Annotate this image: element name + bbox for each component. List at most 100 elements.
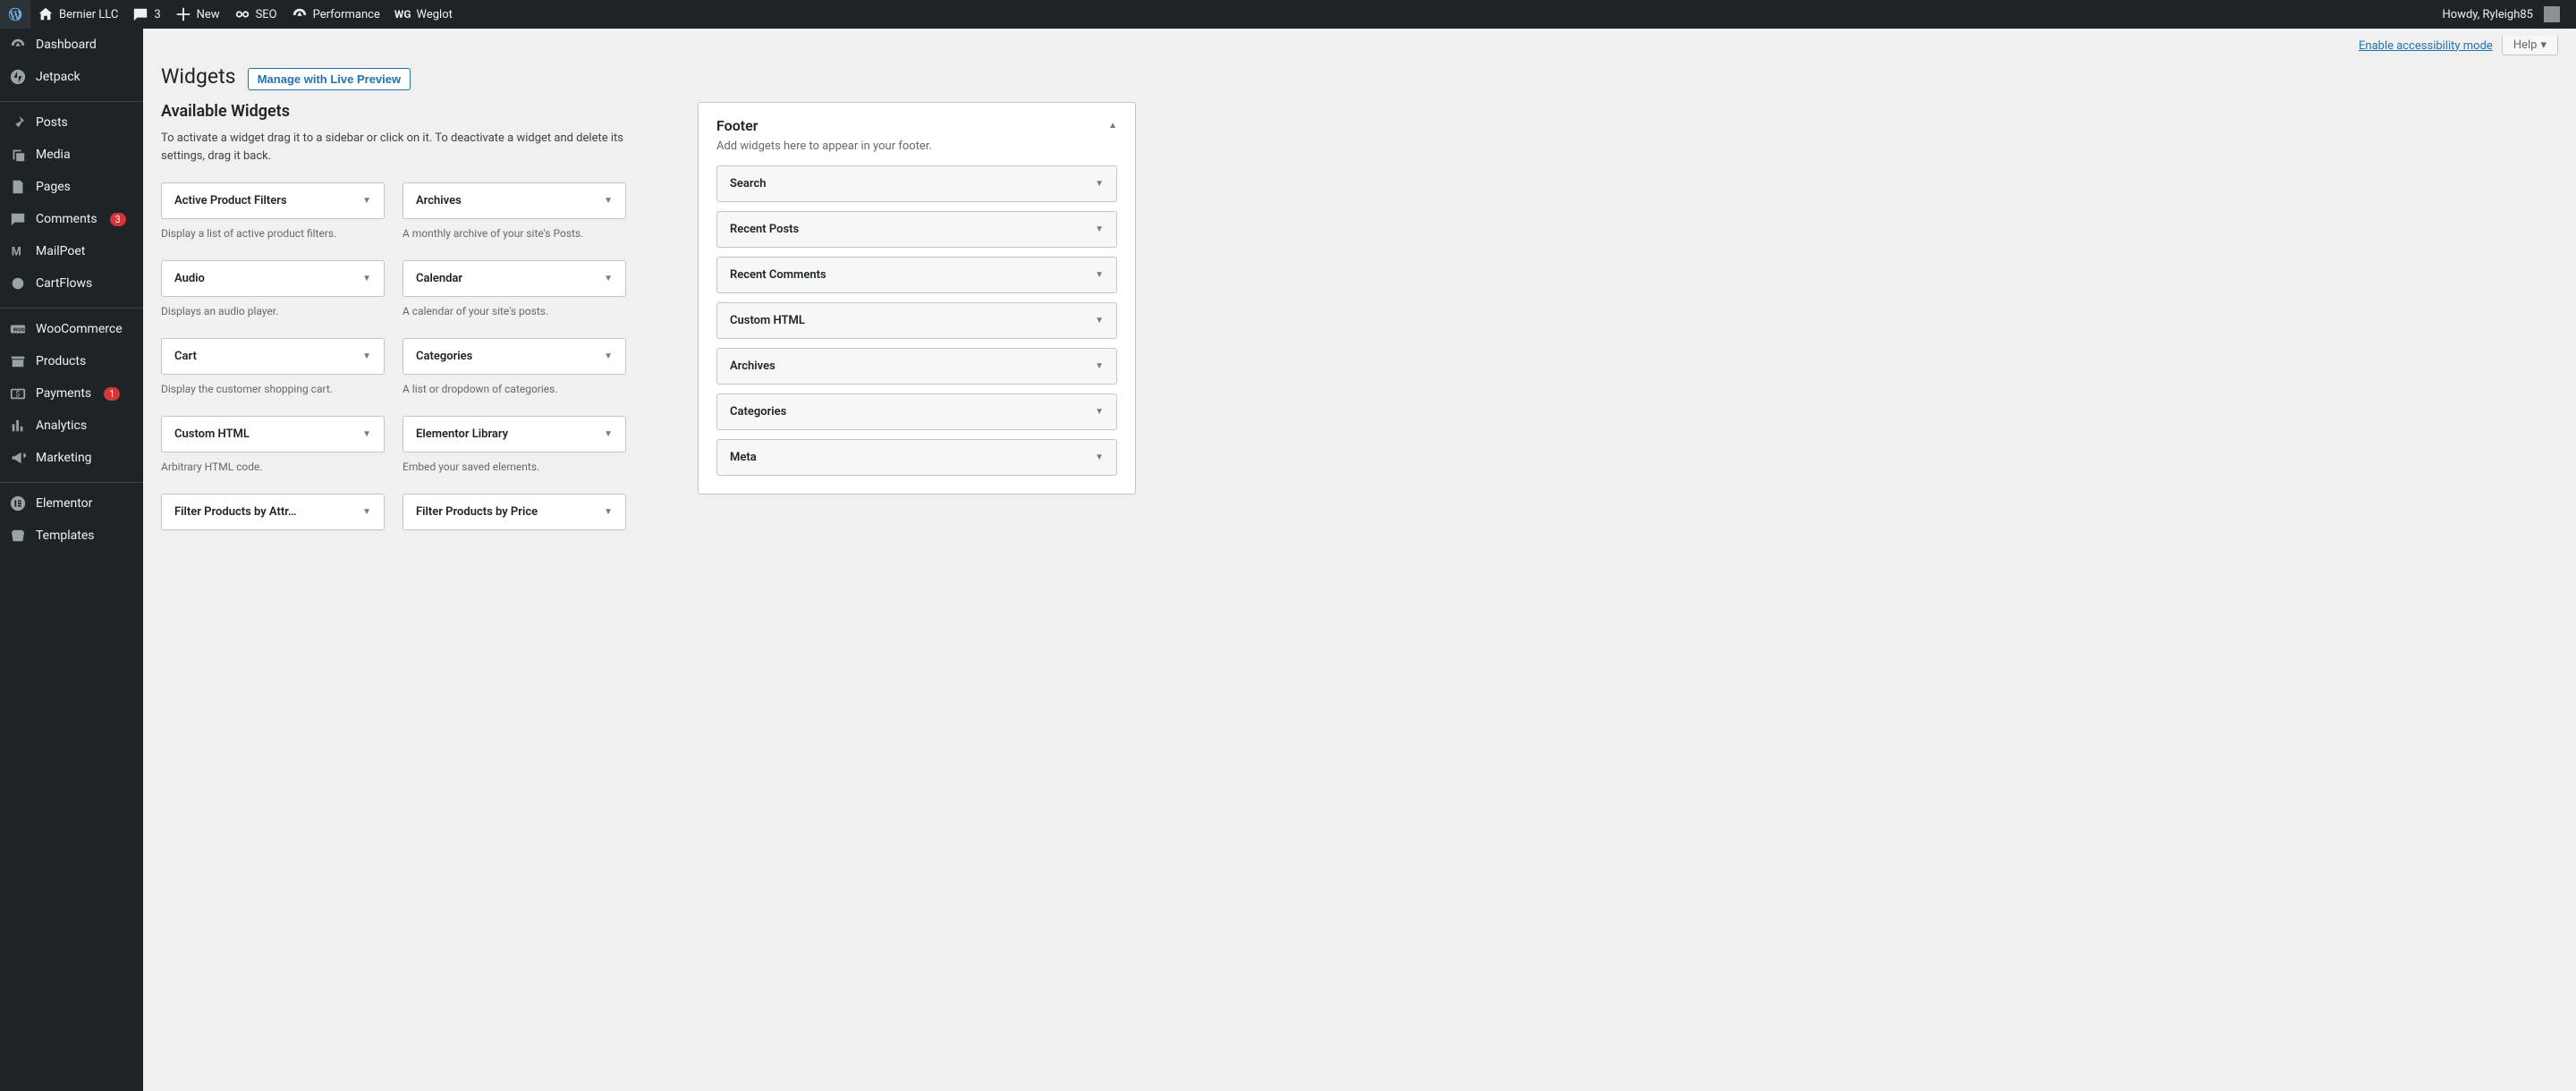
gauge-icon	[292, 6, 308, 22]
placed-widget[interactable]: Archives▼	[716, 348, 1117, 385]
sidebar-item-jetpack[interactable]: Jetpack	[0, 61, 143, 93]
sidebar-item-label: Posts	[36, 115, 68, 130]
widget-area-header[interactable]: Footer▲	[716, 117, 1117, 134]
chevron-down-icon: ▼	[1095, 224, 1104, 234]
placed-widget[interactable]: Custom HTML ▼	[716, 302, 1117, 339]
sidebar-item-label: WooCommerce	[36, 322, 123, 336]
cartflows-icon	[9, 275, 27, 292]
accessibility-mode-link[interactable]: Enable accessibility mode	[2359, 39, 2493, 53]
available-widget[interactable]: Categories ▼	[402, 338, 626, 375]
chevron-down-icon: ▼	[362, 274, 371, 283]
avatar-icon	[2544, 6, 2560, 22]
wordpress-icon	[7, 6, 23, 22]
plus-icon	[175, 6, 191, 22]
sidebar-item-label: CartFlows	[36, 276, 92, 291]
widget-area: Footer▲Add widgets here to appear in you…	[698, 102, 1136, 495]
elementor-icon	[9, 495, 27, 512]
sidebar-item-elementor[interactable]: Elementor	[0, 487, 143, 520]
widget-title: Elementor Library	[416, 427, 508, 441]
chart-icon	[9, 417, 27, 435]
widget-title: Archives	[730, 359, 775, 373]
available-widget-cell: Custom HTML▼Arbitrary HTML code.	[161, 416, 385, 485]
main-content: Enable accessibility mode Help▾ Widgets …	[143, 0, 2576, 1091]
sidebar-item-cartflows[interactable]: CartFlows	[0, 267, 143, 300]
chevron-down-icon: ▼	[362, 507, 371, 517]
media-icon	[9, 146, 27, 164]
available-widgets-desc: To activate a widget drag it to a sideba…	[161, 130, 626, 165]
placed-widget[interactable]: Recent Posts ▼	[716, 211, 1117, 248]
chevron-down-icon: ▼	[604, 507, 613, 517]
widget-title: Cart	[174, 350, 197, 363]
sidebar-item-templates[interactable]: Templates	[0, 520, 143, 552]
widget-title: Custom HTML	[730, 314, 805, 327]
sidebar-item-mailpoet[interactable]: MMailPoet	[0, 235, 143, 267]
available-widget[interactable]: Cart▼	[161, 338, 385, 375]
widget-description: A calendar of your site's posts.	[402, 304, 626, 329]
performance-item[interactable]: Performance	[284, 0, 387, 29]
widget-area-list: Search▼ Recent Posts ▼ Recent Comments▼ Cust…	[716, 165, 1117, 476]
available-widget[interactable]: Calendar▼	[402, 260, 626, 297]
comments-item[interactable]: 3	[125, 0, 167, 29]
new-content-item[interactable]: New	[168, 0, 227, 29]
sidebar-item-comments[interactable]: Comments3	[0, 203, 143, 235]
chevron-up-icon: ▲	[1108, 121, 1117, 131]
menu-separator	[0, 304, 143, 309]
available-widget[interactable]: Active Product Filters▼	[161, 182, 385, 219]
widget-description: A monthly archive of your site's Posts.	[402, 226, 626, 251]
manage-live-preview-button[interactable]: Manage with Live Preview	[248, 68, 411, 90]
account-item[interactable]: Howdy, Ryleigh85	[2436, 0, 2568, 29]
page-icon	[9, 178, 27, 196]
placed-widget[interactable]: Recent Comments▼	[716, 257, 1117, 293]
available-widget[interactable]: Elementor Library▼	[402, 416, 626, 452]
help-label: Help	[2513, 38, 2538, 52]
seo-item[interactable]: SEO	[227, 0, 284, 29]
available-widget[interactable]: Archives▼	[402, 182, 626, 219]
sidebar-item-marketing[interactable]: Marketing	[0, 442, 143, 474]
sidebar-item-products[interactable]: Products	[0, 345, 143, 377]
sidebar-item-dashboard[interactable]: Dashboard	[0, 29, 143, 61]
sidebar-item-analytics[interactable]: Analytics	[0, 410, 143, 442]
chevron-down-icon: ▼	[1095, 316, 1104, 326]
page-title: Widgets	[161, 64, 235, 89]
menu-separator	[0, 478, 143, 483]
svg-text:woo: woo	[13, 326, 25, 334]
widget-title: Categories	[416, 350, 472, 363]
wp-logo[interactable]	[0, 0, 30, 29]
howdy-label: Howdy, Ryleigh85	[2443, 8, 2534, 21]
admin-sidebar: DashboardJetpack Posts MediaPagesComments3…	[0, 29, 143, 1091]
available-widget[interactable]: Filter Products by Attr… ▼	[161, 494, 385, 530]
available-widget-cell: Categories▼A list or dropdown of categor…	[402, 338, 626, 407]
help-button[interactable]: Help▾	[2502, 36, 2558, 55]
sidebar-item-label: Payments	[36, 386, 91, 401]
mailpoet-icon: M	[9, 242, 27, 260]
sidebar-item-payments[interactable]: $Payments1	[0, 377, 143, 410]
widget-title: Calendar	[416, 272, 462, 285]
available-widget-cell: Filter Products by Price▼	[402, 494, 626, 530]
placed-widget[interactable]: Search▼	[716, 165, 1117, 202]
new-label: New	[197, 8, 220, 21]
chevron-down-icon: ▾	[2540, 38, 2546, 52]
sidebar-item-media[interactable]: Media	[0, 139, 143, 171]
widget-title: Recent Posts	[730, 223, 799, 236]
weglot-item[interactable]: WGWeglot	[387, 0, 460, 29]
available-widget[interactable]: Audio ▼	[161, 260, 385, 297]
chevron-down-icon: ▼	[604, 351, 613, 361]
sidebar-item-pages[interactable]: Pages	[0, 171, 143, 203]
megaphone-icon	[9, 449, 27, 467]
widget-title: Audio	[174, 272, 205, 285]
available-widget-cell: Filter Products by Attr… ▼	[161, 494, 385, 530]
placed-widget[interactable]: Categories▼	[716, 393, 1117, 430]
weglot-label: Weglot	[417, 8, 453, 21]
dashboard-icon	[9, 36, 27, 54]
widget-title: Categories	[730, 405, 786, 419]
placed-widget[interactable]: Meta▼	[716, 439, 1117, 476]
available-widget[interactable]: Custom HTML▼	[161, 416, 385, 452]
sidebar-item-woocommerce[interactable]: woo WooCommerce	[0, 313, 143, 345]
available-widget[interactable]: Filter Products by Price▼	[402, 494, 626, 530]
comments-count-label: 3	[154, 8, 160, 21]
widget-title: Filter Products by Attr…	[174, 505, 296, 519]
site-name-item[interactable]: Bernier LLC	[30, 0, 125, 29]
sidebar-item-posts[interactable]: Posts	[0, 106, 143, 139]
seo-label: SEO	[256, 8, 277, 21]
widget-title: Custom HTML	[174, 427, 250, 441]
